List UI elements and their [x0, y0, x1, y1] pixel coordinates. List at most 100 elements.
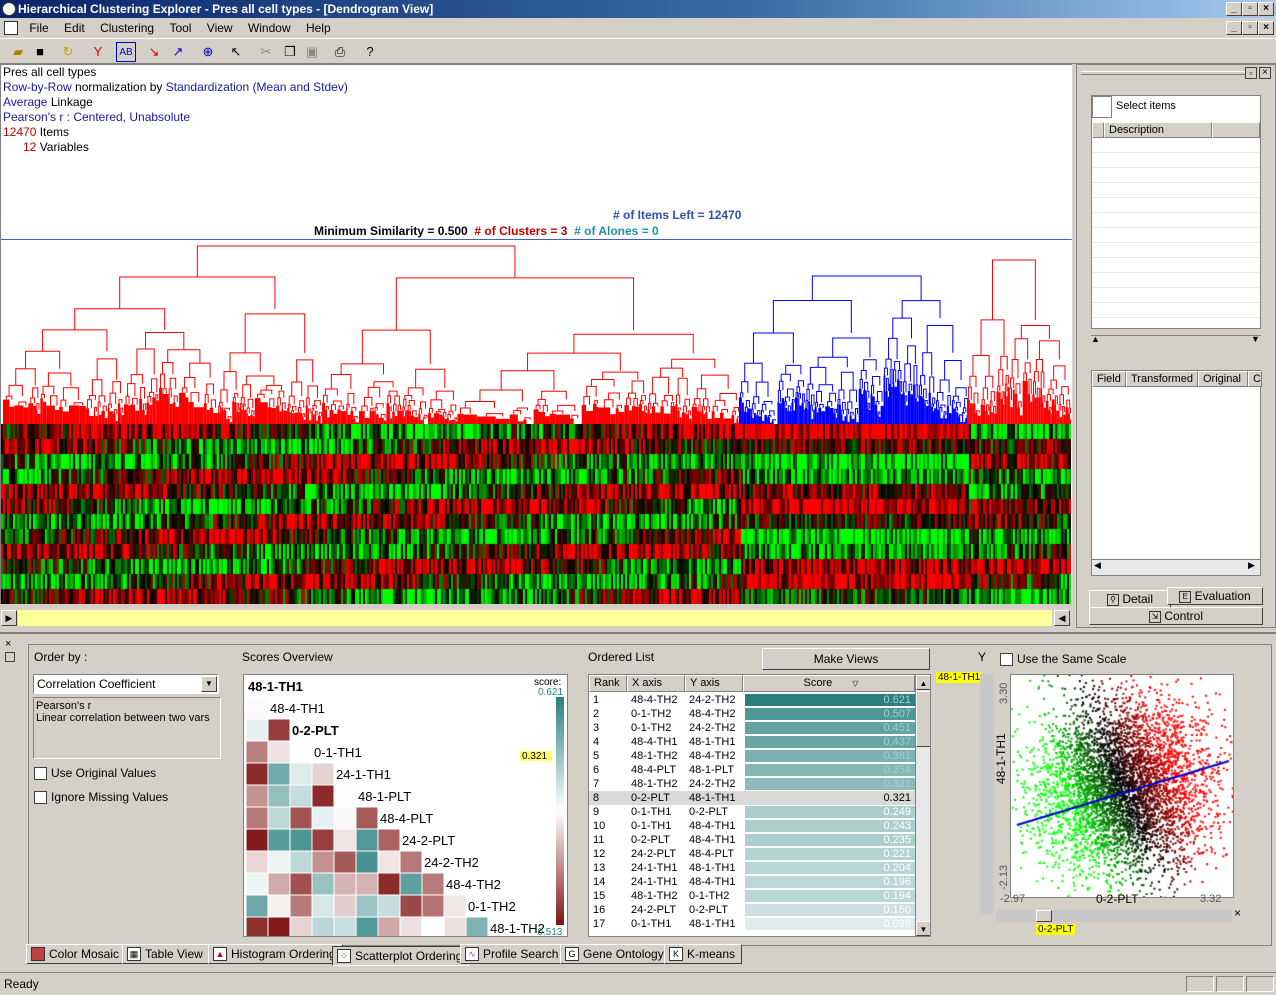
score-cell[interactable] [355, 806, 379, 830]
score-cell[interactable] [399, 872, 423, 896]
ordered-list-scrollbar[interactable]: ▲ ▼ [915, 675, 930, 936]
scores-overview-matrix[interactable]: 48-1-TH1 48-4-TH1 0-2-PLT 0-1-TH1 24-1-TH1 48… [243, 674, 568, 937]
score-cell[interactable] [333, 850, 357, 874]
cut-icon[interactable]: ✂ [256, 42, 276, 62]
table-row[interactable]: 14 24-1-TH1 48-4-TH1 0.196 [589, 875, 915, 889]
close-button[interactable]: × [1258, 2, 1274, 16]
cluster-icon[interactable]: ↻ [58, 42, 78, 62]
table-row[interactable]: 5 48-1-TH2 48-4-TH2 0.381 [589, 749, 915, 763]
score-cell[interactable] [289, 828, 313, 852]
score-cell[interactable] [289, 784, 313, 808]
score-cell[interactable] [289, 762, 313, 786]
score-cell[interactable] [421, 872, 445, 896]
col-transformed[interactable]: Transformed [1126, 371, 1198, 387]
order-method-select[interactable]: Correlation Coefficient ▼ [33, 674, 219, 694]
matrix-label[interactable]: 0-1-TH1 [314, 745, 362, 760]
table-row[interactable]: 1 48-4-TH2 24-2-TH2 0.621 [589, 693, 915, 707]
table-row[interactable]: 8 0-2-PLT 48-1-TH1 0.321 [589, 791, 915, 805]
col-x-axis[interactable]: X axis [627, 675, 685, 692]
matrix-label[interactable]: 48-4-PLT [380, 811, 433, 826]
score-cell[interactable] [443, 916, 467, 937]
score-cell[interactable] [333, 916, 357, 937]
x-slider-thumb[interactable] [1036, 910, 1052, 922]
save-icon[interactable]: ■ [30, 42, 50, 62]
desc-col-blank[interactable] [1092, 122, 1104, 138]
score-cell[interactable] [267, 828, 291, 852]
score-cell[interactable] [355, 894, 379, 918]
focus-icon[interactable]: ⊕ [198, 42, 218, 62]
score-cell[interactable] [289, 850, 313, 874]
score-cell[interactable] [267, 916, 291, 937]
score-cell[interactable] [245, 806, 269, 830]
score-cell[interactable] [311, 916, 335, 937]
menu-help[interactable]: Help [300, 18, 337, 38]
score-cell[interactable] [355, 850, 379, 874]
score-cell[interactable] [289, 806, 313, 830]
col-c[interactable]: C [1248, 371, 1262, 387]
table-row[interactable]: 9 0-1-TH1 0-2-PLT 0.249 [589, 805, 915, 819]
score-cell[interactable] [311, 806, 335, 830]
matrix-label[interactable]: 0-2-PLT [292, 723, 339, 738]
panel-close-icon[interactable]: × [1259, 67, 1271, 79]
table-row[interactable]: 15 48-1-TH2 0-1-TH2 0.194 [589, 889, 915, 903]
score-cell[interactable] [311, 762, 335, 786]
matrix-label[interactable]: 48-4-TH2 [446, 877, 501, 892]
tab-histogram-ordering[interactable]: ▲ Histogram Ordering [208, 944, 343, 964]
horizontal-scrollbar[interactable]: ▶ ◀ [0, 609, 1072, 627]
col-field[interactable]: Field [1092, 371, 1126, 387]
table-row[interactable]: 4 48-4-TH1 48-1-TH1 0.437 [589, 735, 915, 749]
col-rank[interactable]: Rank [589, 675, 627, 692]
control-tab[interactable]: ⇲ Control [1089, 607, 1263, 625]
detail-tab[interactable]: ⚲ Detail [1089, 590, 1171, 608]
score-cell[interactable] [311, 828, 335, 852]
score-cell[interactable] [377, 894, 401, 918]
score-cell[interactable] [245, 740, 269, 764]
paste-icon[interactable]: ▣ [302, 42, 322, 62]
matrix-label[interactable]: 24-2-PLT [402, 833, 455, 848]
y-variable-chip[interactable]: 48-1-TH1 [936, 672, 983, 683]
score-cell[interactable] [245, 916, 269, 937]
scatter-close-icon[interactable]: × [1234, 906, 1241, 920]
menu-window[interactable]: Window [242, 18, 297, 38]
bottom-restore-icon[interactable] [5, 652, 15, 662]
pointer-icon[interactable]: ↖ [226, 42, 246, 62]
score-cell[interactable] [289, 740, 313, 764]
score-cell[interactable] [267, 894, 291, 918]
field-table[interactable]: Field Transformed Original C ◀ ▶ [1091, 370, 1262, 576]
score-cell[interactable] [333, 894, 357, 918]
table-row[interactable]: 17 0-1-TH1 48-1-TH1 0.098 [589, 917, 915, 931]
y-axis-slider[interactable] [980, 674, 994, 914]
col-score[interactable]: Score ▽ [743, 675, 915, 692]
score-cell[interactable] [465, 916, 489, 937]
table-row[interactable]: 7 48-1-TH2 24-2-TH2 0.331 [589, 777, 915, 791]
help-icon[interactable]: ? [360, 42, 380, 62]
dendrogram-tree[interactable] [1, 240, 1071, 424]
field-table-scrollbar[interactable]: ◀ ▶ [1092, 559, 1260, 575]
scroll-right-arrow[interactable]: ◀ [1054, 610, 1070, 626]
score-cell[interactable] [333, 828, 357, 852]
table-row[interactable]: 6 48-4-PLT 48-1-PLT 0.354 [589, 763, 915, 777]
x-axis-slider[interactable] [996, 910, 1232, 922]
matrix-label[interactable]: 48-1-TH1 [248, 679, 303, 694]
score-cell[interactable] [267, 806, 291, 830]
score-cell[interactable] [377, 850, 401, 874]
print-icon[interactable]: ⎙ [330, 42, 350, 62]
score-cell[interactable] [399, 916, 423, 937]
use-original-checkbox[interactable] [34, 767, 47, 780]
score-cell[interactable] [377, 828, 401, 852]
score-cell[interactable] [377, 872, 401, 896]
scroll-down-arrow[interactable]: ▼ [916, 921, 930, 936]
score-cell[interactable] [443, 894, 467, 918]
chevron-down-icon[interactable]: ▼ [201, 676, 217, 692]
doc-close-button[interactable]: × [1258, 21, 1274, 35]
score-cell[interactable] [355, 828, 379, 852]
table-row[interactable]: 16 24-2-PLT 0-2-PLT 0.150 [589, 903, 915, 917]
table-row[interactable]: 11 0-2-PLT 48-4-TH1 0.235 [589, 833, 915, 847]
table-row[interactable]: 12 24-2-PLT 48-4-PLT 0.221 [589, 847, 915, 861]
heatmap[interactable] [1, 424, 1071, 604]
score-cell[interactable] [311, 850, 335, 874]
scroll-up-arrow[interactable]: ▲ [916, 675, 930, 690]
select-all-checkbox[interactable] [1092, 96, 1112, 118]
score-cell[interactable] [311, 872, 335, 896]
score-cell[interactable] [355, 916, 379, 937]
